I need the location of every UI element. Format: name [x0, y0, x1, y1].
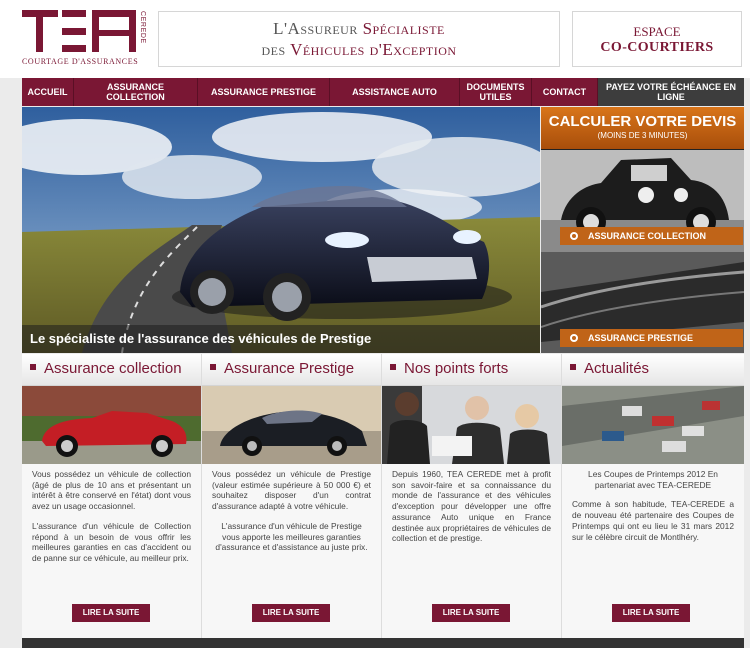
column-paragraph: L'assurance d'un véhicule de Prestige vo…: [215, 520, 368, 553]
hero-banner[interactable]: Le spécialiste de l'assurance des véhicu…: [22, 107, 540, 353]
assurance-collection-button[interactable]: ASSURANCE COLLECTION: [560, 227, 743, 245]
column-paragraph: Depuis 1960, TEA CEREDE met à profit son…: [392, 469, 551, 544]
column-actualites: Actualités Les Coupes de Printemps 2012 …: [562, 354, 744, 638]
btn-label: ASSURANCE COLLECTION: [588, 231, 707, 241]
column-header[interactable]: Actualités: [562, 354, 744, 386]
tagline-text: L'Assureur: [273, 19, 363, 38]
lire-la-suite-button[interactable]: LIRE LA SUITE: [432, 604, 510, 622]
bullet-icon: [570, 364, 576, 370]
porsche-image: [202, 386, 381, 464]
column-assurance-collection: Assurance collection Vous possédez un vé…: [22, 354, 202, 638]
column-header[interactable]: Assurance collection: [22, 354, 201, 386]
calc-subtitle: (MOINS DE 3 MINUTES): [597, 131, 688, 140]
site-header: CEREDE COURTAGE D'ASSURANCES L'Assureur …: [0, 0, 750, 78]
column-title: Assurance Prestige: [224, 360, 355, 377]
tagline-accent: Spécialiste: [362, 19, 445, 38]
logo[interactable]: CEREDE COURTAGE D'ASSURANCES: [22, 10, 152, 68]
logo-subtitle: COURTAGE D'ASSURANCES: [22, 57, 139, 66]
bullet-icon: [390, 364, 396, 370]
main-nav: ACCUEIL ASSURANCE COLLECTION ASSURANCE P…: [22, 78, 744, 106]
column-paragraph: L'assurance d'un véhicule de Collection …: [32, 520, 191, 563]
business-team-image: [382, 386, 561, 464]
column-paragraph: Vous possédez un véhicule de collection …: [32, 469, 191, 512]
circle-icon: [570, 334, 578, 342]
column-paragraph: Les Coupes de Printemps 2012 En partenar…: [588, 469, 718, 490]
btn-label: ASSURANCE PRESTIGE: [588, 333, 694, 343]
circle-icon: [570, 232, 578, 240]
column-header[interactable]: Nos points forts: [382, 354, 561, 386]
nav-assurance-prestige[interactable]: ASSURANCE PRESTIGE: [198, 78, 330, 106]
column-assurance-prestige: Assurance Prestige Vous possédez un véhi…: [202, 354, 382, 638]
quote-sidebar: CALCULER VOTRE DEVIS (MOINS DE 3 MINUTES…: [541, 107, 744, 353]
bullet-icon: [210, 364, 216, 370]
column-points-forts: Nos points forts Depuis 1960, TEA CEREDE…: [382, 354, 562, 638]
hero-caption: Le spécialiste de l'assurance des véhicu…: [22, 325, 540, 353]
nav-documents-utiles[interactable]: DOCUMENTS UTILES: [460, 78, 532, 106]
calculer-devis-button[interactable]: CALCULER VOTRE DEVIS (MOINS DE 3 MINUTES…: [541, 107, 744, 149]
column-header[interactable]: Assurance Prestige: [202, 354, 381, 386]
bullet-icon: [30, 364, 36, 370]
assurance-prestige-button[interactable]: ASSURANCE PRESTIGE: [560, 329, 743, 347]
nav-payez-echeance[interactable]: PAYEZ VOTRE ÉCHÉANCE EN LIGNE: [598, 78, 744, 106]
hero-car-image: [22, 107, 540, 353]
tagline-accent: Véhicules d'Exception: [290, 40, 457, 59]
espace-co-courtiers-link[interactable]: ESPACE CO-COURTIERS: [572, 11, 742, 67]
espace-label: ESPACE: [633, 24, 681, 39]
column-title: Nos points forts: [404, 360, 509, 377]
column-paragraph: Vous possédez un véhicule de Prestige (v…: [212, 469, 371, 512]
lire-la-suite-button[interactable]: LIRE LA SUITE: [72, 604, 150, 622]
nav-accueil[interactable]: ACCUEIL: [22, 78, 74, 106]
nav-contact[interactable]: CONTACT: [532, 78, 598, 106]
circuit-race-image: [562, 386, 744, 464]
red-roadster-image: [22, 386, 201, 464]
tagline: L'Assureur Spécialiste des Véhicules d'E…: [158, 11, 560, 67]
footer-bar: [22, 638, 744, 648]
nav-assurance-collection[interactable]: ASSURANCE COLLECTION: [74, 78, 198, 106]
lire-la-suite-button[interactable]: LIRE LA SUITE: [612, 604, 690, 622]
nav-assistance-auto[interactable]: ASSISTANCE AUTO: [330, 78, 460, 106]
lire-la-suite-button[interactable]: LIRE LA SUITE: [252, 604, 330, 622]
espace-label: CO-COURTIERS: [600, 40, 714, 55]
column-paragraph: Comme à son habitude, TEA-CEREDE a de no…: [572, 499, 734, 542]
column-title: Assurance collection: [44, 360, 182, 377]
column-title: Actualités: [584, 360, 650, 377]
logo-vertical-text: CEREDE: [139, 11, 146, 44]
calc-title: CALCULER VOTRE DEVIS: [548, 113, 737, 130]
tagline-text: des: [261, 40, 291, 59]
